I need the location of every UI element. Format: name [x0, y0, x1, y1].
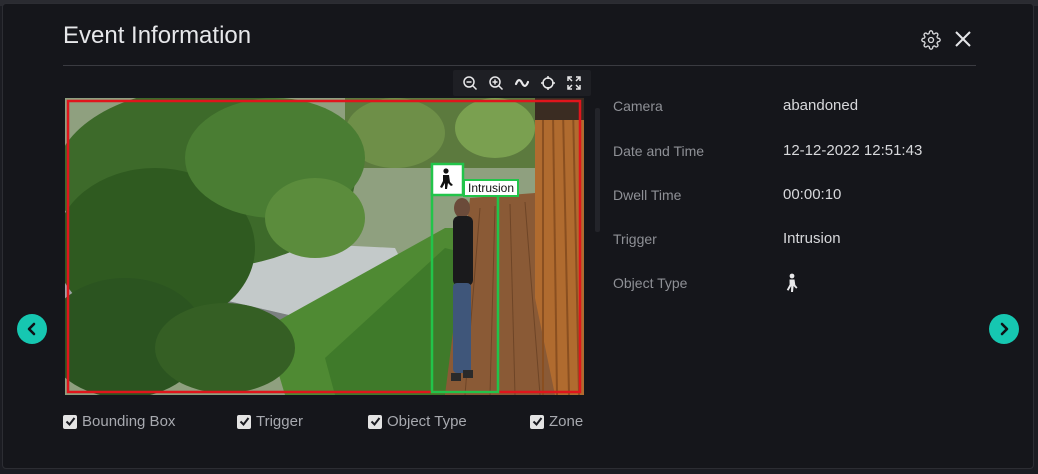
checkmark-icon [239, 417, 249, 427]
event-snapshot[interactable]: Intrusion [65, 98, 584, 395]
object-type-info-label: Object Type [613, 275, 688, 291]
checkmark-icon [532, 417, 542, 427]
trigger-info-label: Trigger [613, 231, 657, 247]
zoom-in-button[interactable] [487, 74, 505, 92]
object-type-toggle[interactable]: Object Type [368, 413, 467, 430]
chevron-right-icon [1000, 322, 1009, 336]
gear-icon [921, 30, 941, 50]
dwell-time-label: Dwell Time [613, 187, 682, 203]
close-icon [955, 31, 971, 47]
zone-toggle[interactable]: Zone [530, 413, 583, 430]
checkmark-icon [370, 417, 380, 427]
trigger-label: Trigger [256, 413, 303, 430]
event-information-modal: Event Information Intrusion Bounding Box… [2, 3, 1034, 469]
info-scrollbar[interactable] [595, 108, 600, 232]
expand-icon [567, 76, 581, 90]
bounding-box-toggle[interactable]: Bounding Box [63, 413, 175, 430]
modal-title: Event Information [63, 22, 252, 49]
datetime-label: Date and Time [613, 143, 705, 159]
image-toolbar [453, 70, 591, 96]
next-event-button[interactable] [989, 314, 1019, 344]
zone-checkbox[interactable] [530, 414, 544, 429]
fullscreen-button[interactable] [565, 74, 583, 92]
bounding-box-label: Bounding Box [82, 413, 176, 430]
chevron-left-icon [27, 322, 36, 336]
person-walking-icon [786, 273, 798, 292]
zoom-out-icon [463, 76, 478, 91]
object-type-label: Object Type [387, 413, 467, 430]
bounding-box-checkbox[interactable] [63, 414, 77, 429]
camera-label: Camera [613, 98, 663, 114]
trajectory-button[interactable] [513, 74, 531, 92]
detection-label: Intrusion [463, 179, 520, 197]
trigger-info-value: Intrusion [783, 230, 841, 247]
trigger-checkbox[interactable] [237, 414, 251, 429]
dwell-time-value: 00:00:10 [783, 186, 842, 203]
object-type-info-value [783, 273, 801, 297]
locate-button[interactable] [539, 74, 557, 92]
object-type-checkbox[interactable] [368, 414, 382, 429]
trigger-toggle[interactable]: Trigger [237, 413, 303, 430]
zone-label: Zone [549, 413, 584, 430]
datetime-value: 12-12-2022 12:51:43 [783, 142, 923, 159]
zoom-out-button[interactable] [461, 74, 479, 92]
camera-scene [65, 98, 584, 395]
checkmark-icon [65, 417, 75, 427]
zoom-in-icon [489, 76, 504, 91]
camera-value: abandoned [783, 97, 859, 114]
close-button[interactable] [953, 29, 973, 49]
header-divider [63, 65, 976, 66]
settings-button[interactable] [921, 30, 941, 50]
previous-event-button[interactable] [17, 314, 47, 344]
wave-icon [514, 79, 530, 87]
crosshair-icon [541, 76, 555, 90]
